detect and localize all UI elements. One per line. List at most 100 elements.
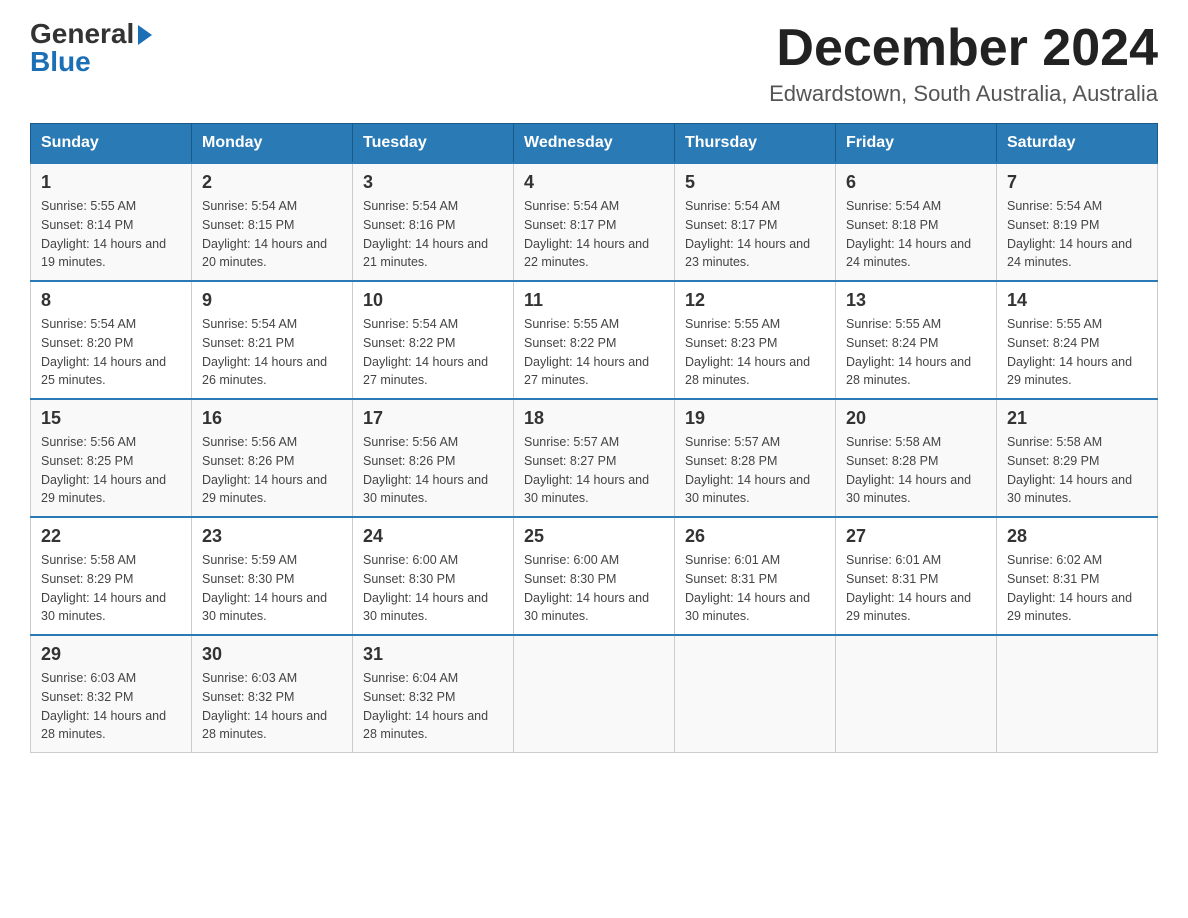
day-number: 16: [202, 408, 342, 429]
calendar-cell: 6 Sunrise: 5:54 AMSunset: 8:18 PMDaylight…: [836, 163, 997, 281]
calendar-cell: 27Sunrise: 6:01 AMSunset: 8:31 PMDayligh…: [836, 517, 997, 635]
day-info: Sunrise: 5:55 AMSunset: 8:22 PMDaylight:…: [524, 315, 664, 390]
calendar-cell: 23 Sunrise: 5:59 AMSunset: 8:30 PMDayligh…: [192, 517, 353, 635]
week-row-5: 29 Sunrise: 6:03 AMSunset: 8:32 PMDayligh…: [31, 635, 1158, 753]
title-block: December 2024 Edwardstown, South Austral…: [769, 20, 1158, 107]
day-number: 13: [846, 290, 986, 311]
calendar-cell: 25 Sunrise: 6:00 AMSunset: 8:30 PMDayligh…: [514, 517, 675, 635]
day-info: Sunrise: 6:02 AMSunset: 8:31 PMDaylight:…: [1007, 551, 1147, 626]
day-number: 25: [524, 526, 664, 547]
day-number: 21: [1007, 408, 1147, 429]
calendar-cell: 22 Sunrise: 5:58 AMSunset: 8:29 PMDayligh…: [31, 517, 192, 635]
calendar-cell: 15Sunrise: 5:56 AMSunset: 8:25 PMDayligh…: [31, 399, 192, 517]
day-info: Sunrise: 5:54 AMSunset: 8:17 PMDaylight:…: [524, 197, 664, 272]
day-number: 8: [41, 290, 181, 311]
day-number: 19: [685, 408, 825, 429]
day-number: 22: [41, 526, 181, 547]
day-number: 23: [202, 526, 342, 547]
day-number: 30: [202, 644, 342, 665]
logo-blue-text: Blue: [30, 48, 91, 76]
header-friday: Friday: [836, 124, 997, 164]
day-info: Sunrise: 5:54 AMSunset: 8:21 PMDaylight:…: [202, 315, 342, 390]
day-number: 6: [846, 172, 986, 193]
calendar-cell: 14 Sunrise: 5:55 AMSunset: 8:24 PMDayligh…: [997, 281, 1158, 399]
day-number: 31: [363, 644, 503, 665]
day-number: 27: [846, 526, 986, 547]
day-info: Sunrise: 5:55 AMSunset: 8:24 PMDaylight:…: [846, 315, 986, 390]
header-saturday: Saturday: [997, 124, 1158, 164]
day-info: Sunrise: 6:00 AMSunset: 8:30 PMDaylight:…: [363, 551, 503, 626]
day-info: Sunrise: 5:59 AMSunset: 8:30 PMDaylight:…: [202, 551, 342, 626]
header-thursday: Thursday: [675, 124, 836, 164]
day-number: 20: [846, 408, 986, 429]
day-info: Sunrise: 5:54 AMSunset: 8:22 PMDaylight:…: [363, 315, 503, 390]
calendar-table: SundayMondayTuesdayWednesdayThursdayFrid…: [30, 123, 1158, 753]
day-info: Sunrise: 6:01 AMSunset: 8:31 PMDaylight:…: [685, 551, 825, 626]
header-monday: Monday: [192, 124, 353, 164]
logo-general-text: General: [30, 20, 134, 48]
day-number: 26: [685, 526, 825, 547]
day-number: 29: [41, 644, 181, 665]
logo: General Blue: [30, 20, 152, 76]
day-info: Sunrise: 5:56 AMSunset: 8:26 PMDaylight:…: [202, 433, 342, 508]
day-number: 17: [363, 408, 503, 429]
day-info: Sunrise: 5:56 AMSunset: 8:25 PMDaylight:…: [41, 433, 181, 508]
day-number: 3: [363, 172, 503, 193]
day-info: Sunrise: 5:54 AMSunset: 8:20 PMDaylight:…: [41, 315, 181, 390]
calendar-cell: 26 Sunrise: 6:01 AMSunset: 8:31 PMDayligh…: [675, 517, 836, 635]
calendar-cell: 3 Sunrise: 5:54 AMSunset: 8:16 PMDaylight…: [353, 163, 514, 281]
calendar-cell: 31 Sunrise: 6:04 AMSunset: 8:32 PMDayligh…: [353, 635, 514, 753]
day-number: 4: [524, 172, 664, 193]
day-number: 9: [202, 290, 342, 311]
logo-arrow-icon: [138, 25, 152, 45]
day-info: Sunrise: 5:55 AMSunset: 8:24 PMDaylight:…: [1007, 315, 1147, 390]
calendar-cell: 24Sunrise: 6:00 AMSunset: 8:30 PMDayligh…: [353, 517, 514, 635]
calendar-cell: 12 Sunrise: 5:55 AMSunset: 8:23 PMDayligh…: [675, 281, 836, 399]
page-header: General Blue December 2024 Edwardstown, …: [30, 20, 1158, 107]
calendar-cell: 8 Sunrise: 5:54 AMSunset: 8:20 PMDaylight…: [31, 281, 192, 399]
day-info: Sunrise: 5:54 AMSunset: 8:15 PMDaylight:…: [202, 197, 342, 272]
calendar-cell: 7Sunrise: 5:54 AMSunset: 8:19 PMDaylight…: [997, 163, 1158, 281]
day-info: Sunrise: 5:58 AMSunset: 8:28 PMDaylight:…: [846, 433, 986, 508]
day-number: 11: [524, 290, 664, 311]
day-info: Sunrise: 5:54 AMSunset: 8:18 PMDaylight:…: [846, 197, 986, 272]
location-text: Edwardstown, South Australia, Australia: [769, 81, 1158, 107]
calendar-cell: 18 Sunrise: 5:57 AMSunset: 8:27 PMDayligh…: [514, 399, 675, 517]
calendar-cell: 16 Sunrise: 5:56 AMSunset: 8:26 PMDayligh…: [192, 399, 353, 517]
day-info: Sunrise: 5:56 AMSunset: 8:26 PMDaylight:…: [363, 433, 503, 508]
calendar-cell: 9 Sunrise: 5:54 AMSunset: 8:21 PMDaylight…: [192, 281, 353, 399]
calendar-cell: 13 Sunrise: 5:55 AMSunset: 8:24 PMDayligh…: [836, 281, 997, 399]
calendar-cell: 17 Sunrise: 5:56 AMSunset: 8:26 PMDayligh…: [353, 399, 514, 517]
day-info: Sunrise: 5:54 AMSunset: 8:19 PMDaylight:…: [1007, 197, 1147, 272]
calendar-cell: 10 Sunrise: 5:54 AMSunset: 8:22 PMDayligh…: [353, 281, 514, 399]
day-number: 12: [685, 290, 825, 311]
month-title: December 2024: [769, 20, 1158, 77]
calendar-cell: 20 Sunrise: 5:58 AMSunset: 8:28 PMDayligh…: [836, 399, 997, 517]
day-number: 10: [363, 290, 503, 311]
calendar-cell: 29 Sunrise: 6:03 AMSunset: 8:32 PMDayligh…: [31, 635, 192, 753]
day-info: Sunrise: 6:03 AMSunset: 8:32 PMDaylight:…: [41, 669, 181, 744]
day-info: Sunrise: 6:00 AMSunset: 8:30 PMDaylight:…: [524, 551, 664, 626]
header-wednesday: Wednesday: [514, 124, 675, 164]
calendar-cell: 5Sunrise: 5:54 AMSunset: 8:17 PMDaylight…: [675, 163, 836, 281]
calendar-cell: 19 Sunrise: 5:57 AMSunset: 8:28 PMDayligh…: [675, 399, 836, 517]
calendar-cell: [514, 635, 675, 753]
week-row-1: 1Sunrise: 5:55 AMSunset: 8:14 PMDaylight…: [31, 163, 1158, 281]
day-number: 5: [685, 172, 825, 193]
day-number: 1: [41, 172, 181, 193]
day-info: Sunrise: 6:03 AMSunset: 8:32 PMDaylight:…: [202, 669, 342, 744]
day-info: Sunrise: 5:57 AMSunset: 8:28 PMDaylight:…: [685, 433, 825, 508]
week-row-4: 22 Sunrise: 5:58 AMSunset: 8:29 PMDayligh…: [31, 517, 1158, 635]
week-row-2: 8 Sunrise: 5:54 AMSunset: 8:20 PMDaylight…: [31, 281, 1158, 399]
day-number: 14: [1007, 290, 1147, 311]
day-info: Sunrise: 5:55 AMSunset: 8:23 PMDaylight:…: [685, 315, 825, 390]
day-info: Sunrise: 5:54 AMSunset: 8:16 PMDaylight:…: [363, 197, 503, 272]
day-info: Sunrise: 5:57 AMSunset: 8:27 PMDaylight:…: [524, 433, 664, 508]
calendar-cell: 2Sunrise: 5:54 AMSunset: 8:15 PMDaylight…: [192, 163, 353, 281]
day-info: Sunrise: 6:04 AMSunset: 8:32 PMDaylight:…: [363, 669, 503, 744]
day-number: 18: [524, 408, 664, 429]
calendar-cell: 11 Sunrise: 5:55 AMSunset: 8:22 PMDayligh…: [514, 281, 675, 399]
calendar-cell: 28Sunrise: 6:02 AMSunset: 8:31 PMDayligh…: [997, 517, 1158, 635]
calendar-cell: [836, 635, 997, 753]
day-info: Sunrise: 5:58 AMSunset: 8:29 PMDaylight:…: [41, 551, 181, 626]
